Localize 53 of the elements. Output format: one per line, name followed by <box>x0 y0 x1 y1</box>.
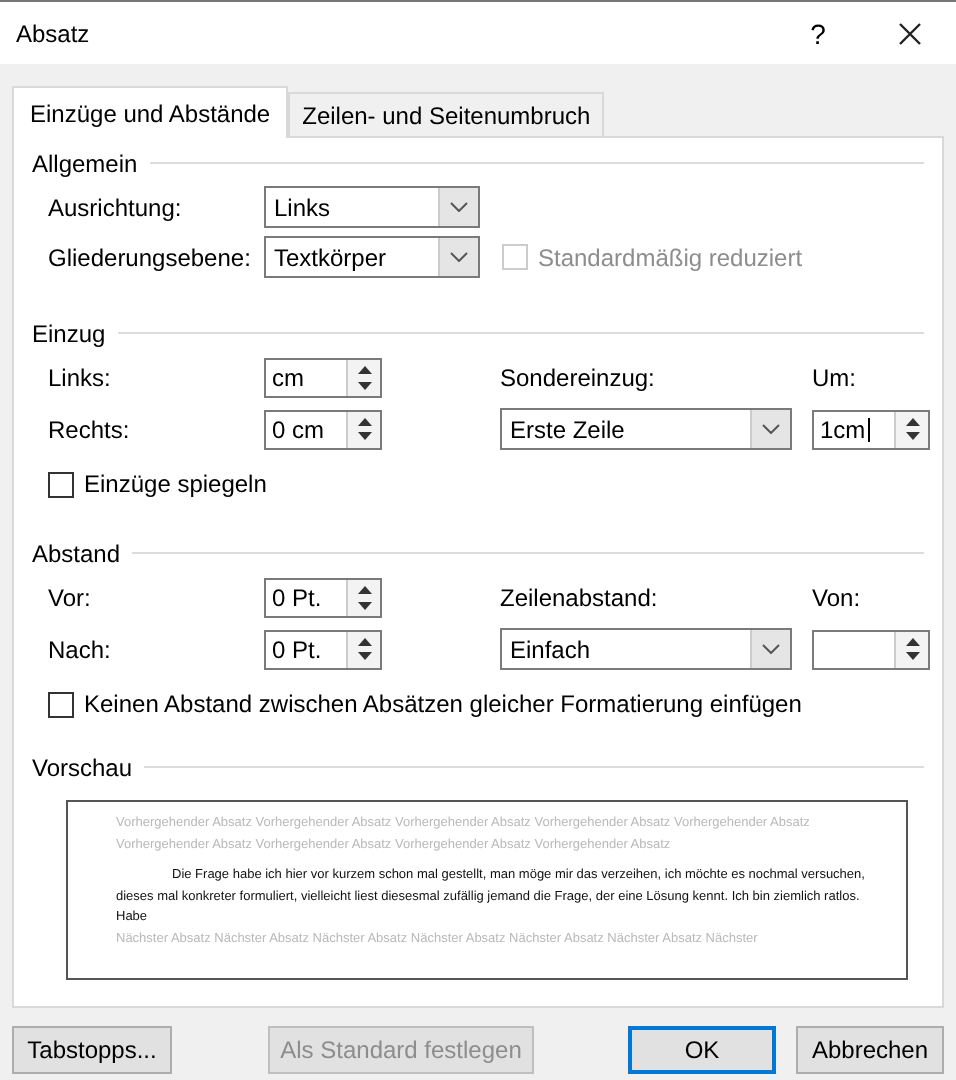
up-arrow-icon <box>357 637 371 646</box>
special-indent-dropdown[interactable]: Erste Zeile <box>500 408 792 450</box>
field-label: Sondereinzug: <box>500 364 657 392</box>
close-icon <box>898 21 922 45</box>
checkbox-label: Standardmäßig reduziert <box>538 243 803 271</box>
dialog-button[interactable]: OK <box>628 1026 776 1074</box>
right-indent-field[interactable]: 0 cm <box>264 409 382 449</box>
checkbox[interactable] <box>48 691 74 717</box>
up-arrow-icon <box>357 417 371 426</box>
chevron-down-icon <box>762 644 780 654</box>
window-title: Absatz <box>16 19 92 47</box>
up-arrow-icon <box>357 586 371 595</box>
field-label: Um: <box>812 364 858 392</box>
up-arrow-icon <box>357 366 371 375</box>
down-arrow-icon <box>357 652 371 661</box>
field-label: Von: <box>812 584 863 612</box>
chevron-down-icon <box>762 424 780 434</box>
checkbox[interactable] <box>48 471 74 497</box>
spacing-at-field[interactable] <box>812 629 930 669</box>
tab[interactable]: Zeilen- und Seitenumbruch <box>288 92 605 136</box>
field-label: Vor: <box>48 584 93 612</box>
up-arrow-icon <box>905 637 919 646</box>
field-label: Links: <box>48 364 113 392</box>
checkbox-label: Einzüge spiegeln <box>84 470 267 498</box>
field-label: Gliederungsebene: <box>48 243 253 271</box>
up-arrow-icon <box>905 417 919 426</box>
help-button[interactable]: ? <box>772 2 864 64</box>
space-after-field[interactable]: 0 Pt. <box>264 629 382 669</box>
space-before-field[interactable]: 0 Pt. <box>264 578 382 618</box>
field-label: Zeilenabstand: <box>500 584 660 612</box>
alignment-dropdown[interactable]: Links <box>264 186 480 228</box>
tab[interactable]: Einzüge und Abstände <box>12 86 289 138</box>
down-arrow-icon <box>905 432 919 441</box>
left-indent-field[interactable]: cm <box>264 358 382 398</box>
section-heading: Abstand <box>32 539 121 567</box>
field-label: Nach: <box>48 635 113 663</box>
field-label: Rechts: <box>48 415 132 443</box>
down-arrow-icon <box>357 381 371 390</box>
down-arrow-icon <box>905 652 919 661</box>
field-label: Ausrichtung: <box>48 193 184 221</box>
section-heading: Einzug <box>32 319 106 347</box>
indent-by-field[interactable]: 1cm <box>812 409 930 449</box>
section-heading: Vorschau <box>32 753 133 781</box>
chevron-down-icon <box>450 202 468 212</box>
down-arrow-icon <box>357 432 371 441</box>
dialog-button[interactable]: Abbrechen <box>796 1026 944 1074</box>
checkbox-label: Keinen Abstand zwischen Absätzen gleicher Formatierung einfügen <box>84 690 802 718</box>
section-heading: Allgemein <box>32 149 138 177</box>
down-arrow-icon <box>357 601 371 610</box>
outline-level-dropdown[interactable]: Textkörper <box>264 236 480 278</box>
line-spacing-dropdown[interactable]: Einfach <box>500 628 792 670</box>
chevron-down-icon <box>450 252 468 262</box>
dialog-button[interactable]: Tabstopps... <box>12 1026 172 1074</box>
